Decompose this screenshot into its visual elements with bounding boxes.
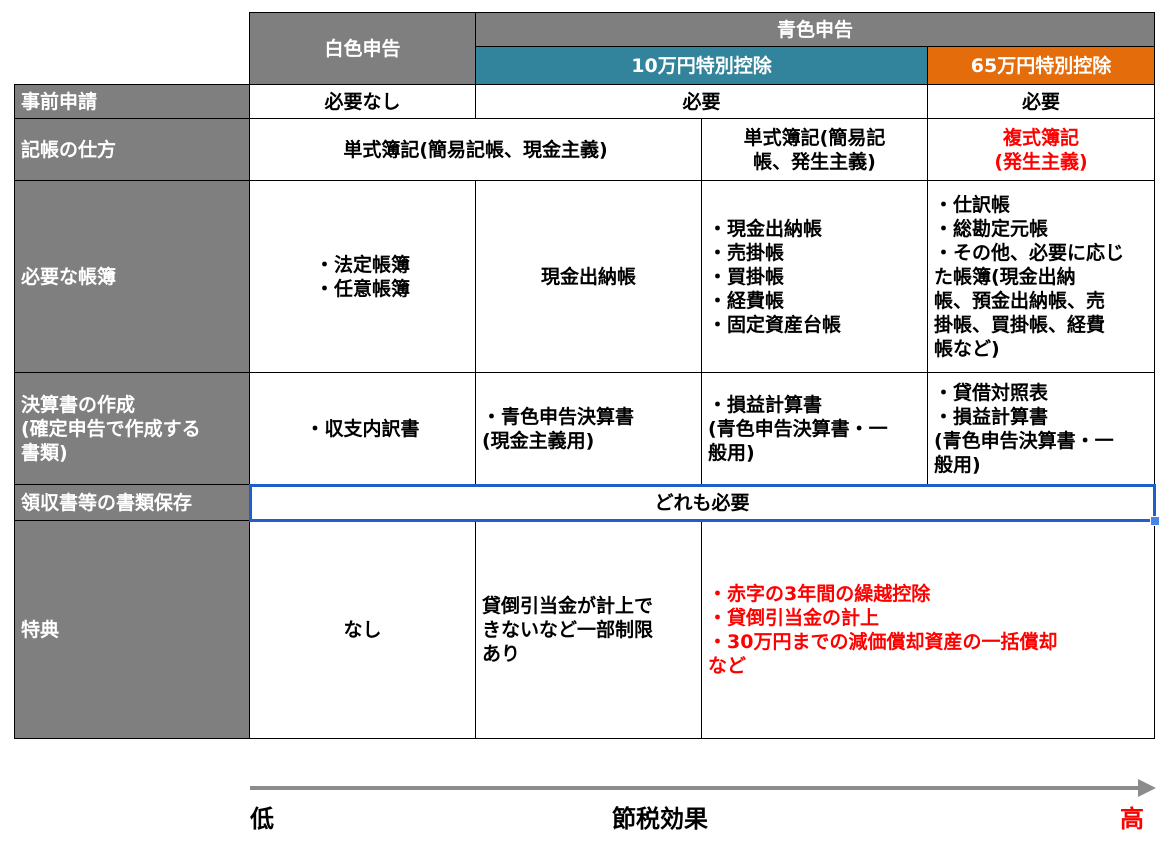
arrow-line	[250, 786, 1145, 790]
text-line: 帳、預金出納帳、売	[934, 289, 1106, 312]
cell-bookkeeping-double-entry: 複式簿記 (発生主義)	[927, 118, 1155, 181]
text-line: 般用)	[934, 453, 981, 476]
row-benefits: 特典 なし 貸倒引当金が計上で きないなど一部制限 あり ・赤字の3年間の繰越控…	[14, 520, 1155, 739]
row-label-benefits: 特典	[14, 520, 250, 739]
row-label-statements: 決算書の作成 (確定申告で作成する 書類)	[14, 372, 250, 485]
text-line: 帳、発生主義)	[753, 150, 876, 173]
cell-bookkeeping-single-accrual: 単式簿記(簡易記 帳、発生主義)	[701, 118, 928, 181]
row-label-bookkeeping: 記帳の仕方	[14, 118, 250, 181]
text-line: ・損益計算書	[934, 405, 1049, 428]
text-line: きないなど一部制限	[482, 618, 654, 641]
text-line: ・買掛帳	[708, 265, 785, 288]
text-line: ・仕訳帳	[934, 193, 1011, 216]
text-line: ・法定帳簿	[314, 253, 410, 276]
text-line: ・固定資産台帳	[708, 313, 842, 336]
axis-high-label: 高	[1120, 805, 1144, 833]
cell-application-white: 必要なし	[249, 84, 476, 119]
row-bookkeeping: 記帳の仕方 単式簿記(簡易記帳、現金主義) 単式簿記(簡易記 帳、発生主義) 複…	[14, 118, 1155, 181]
cell-bookkeeping-single-cash: 単式簿記(簡易記帳、現金主義)	[249, 118, 702, 181]
cell-ledgers-blue65: ・仕訳帳 ・総勘定元帳 ・その他、必要に応じ た帳簿(現金出納 帳、預金出納帳、…	[927, 180, 1155, 373]
text-line: ・損益計算書	[708, 393, 823, 416]
text-line: ・売掛帳	[708, 241, 785, 264]
cell-benefits-blue10-cash: 貸倒引当金が計上で きないなど一部制限 あり	[475, 520, 702, 739]
row-statements: 決算書の作成 (確定申告で作成する 書類) ・収支内訳書 ・青色申告決算書 (現…	[14, 372, 1155, 485]
row-application: 事前申請 必要なし 必要 必要	[14, 84, 1155, 119]
cell-application-blue10: 必要	[475, 84, 928, 119]
cell-statements-blue10-accrual: ・損益計算書 (青色申告決算書・一 般用)	[701, 372, 928, 485]
text-line: (確定申告で作成する	[21, 417, 201, 440]
header-blue-65man: 65万円特別控除	[927, 46, 1155, 85]
axis-title: 節税効果	[612, 805, 708, 833]
row-label-application: 事前申請	[14, 84, 250, 119]
corner-blank	[14, 12, 250, 85]
arrow-head-icon	[1138, 779, 1156, 797]
text-line: 般用)	[708, 441, 755, 464]
header-row-1: 白色申告 青色申告	[14, 12, 1155, 85]
text-line: (青色申告決算書・一	[934, 429, 1114, 452]
text-line: 掛帳、買掛帳、経費	[934, 313, 1106, 336]
text-line: 貸倒引当金が計上で	[482, 594, 654, 617]
text-line: ・その他、必要に応じ	[934, 241, 1125, 264]
selection-resize-handle[interactable]	[1150, 516, 1160, 526]
cell-receipts-all[interactable]: どれも必要	[248, 483, 1160, 526]
text-line: (発生主義)	[994, 150, 1088, 173]
row-ledgers: 必要な帳簿 ・法定帳簿 ・任意帳簿 現金出納帳 ・現金出納帳 ・売掛帳 ・買掛帳…	[14, 180, 1155, 373]
comparison-table: 白色申告 青色申告 10万円特別控除 65万円特別控除 事前申請 必要なし 必要…	[14, 12, 1160, 739]
cell-benefits-blue-rest: ・赤字の3年間の繰越控除 ・貸倒引当金の計上 ・30万円までの減価償却資産の一括…	[701, 520, 1155, 739]
row-receipts: 領収書等の書類保存 どれも必要	[14, 483, 1160, 526]
text-line: 帳など)	[934, 337, 1000, 360]
text-line: どれも必要	[654, 491, 750, 514]
header-blue-return: 青色申告	[475, 12, 1155, 47]
text-line: ・経費帳	[708, 289, 785, 312]
text-line: など	[708, 654, 747, 677]
text-line: (青色申告決算書・一	[708, 417, 888, 440]
cell-application-blue65: 必要	[927, 84, 1155, 119]
text-line: (現金主義用)	[482, 429, 595, 452]
text-line: 書類)	[21, 441, 68, 464]
row-label-receipts: 領収書等の書類保存	[14, 484, 250, 521]
cell-statements-blue65: ・貸借対照表 ・損益計算書 (青色申告決算書・一 般用)	[927, 372, 1155, 485]
text-line: ・赤字の3年間の繰越控除	[708, 582, 931, 605]
cell-statements-blue10-cash: ・青色申告決算書 (現金主義用)	[475, 372, 702, 485]
text-line: ・貸倒引当金の計上	[708, 606, 880, 629]
text-line: た帳簿(現金出納	[934, 265, 1076, 288]
text-line: 決算書の作成	[21, 393, 136, 416]
cell-ledgers-white: ・法定帳簿 ・任意帳簿	[249, 180, 476, 373]
header-blue-10man: 10万円特別控除	[475, 46, 928, 85]
text-line: 単式簿記(簡易記	[743, 126, 886, 149]
axis-low-label: 低	[250, 805, 274, 833]
text-line: ・貸借対照表	[934, 381, 1049, 404]
header-white-return: 白色申告	[249, 12, 476, 85]
text-line: ・任意帳簿	[314, 277, 410, 300]
text-line: ・現金出納帳	[708, 217, 823, 240]
text-line: ・青色申告決算書	[482, 405, 635, 428]
cell-ledgers-blue10-cash: 現金出納帳	[475, 180, 702, 373]
cell-ledgers-blue10-accrual: ・現金出納帳 ・売掛帳 ・買掛帳 ・経費帳 ・固定資産台帳	[701, 180, 928, 373]
cell-statements-white: ・収支内訳書	[249, 372, 476, 485]
row-label-ledgers: 必要な帳簿	[14, 180, 250, 373]
text-line: 複式簿記	[1002, 126, 1079, 149]
text-line: ・総勘定元帳	[934, 217, 1049, 240]
cell-benefits-white: なし	[249, 520, 476, 739]
text-line: あり	[482, 642, 521, 665]
text-line: ・30万円までの減価償却資産の一括償却	[708, 630, 1058, 653]
